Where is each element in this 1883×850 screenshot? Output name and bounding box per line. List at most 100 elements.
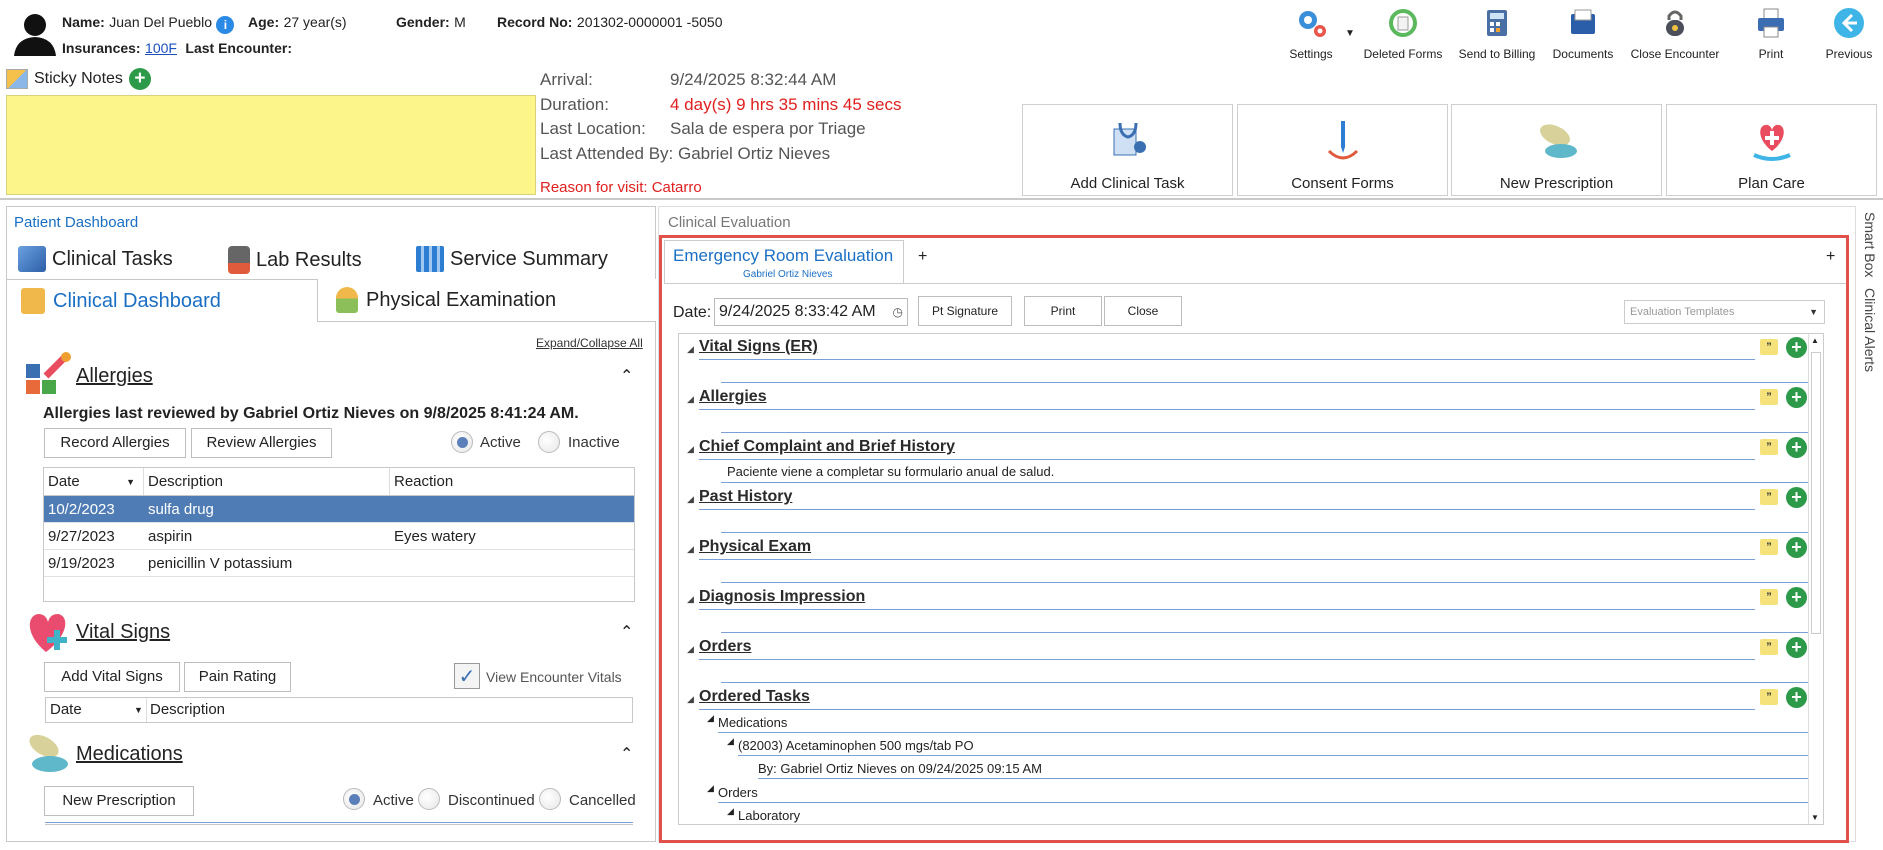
table-row[interactable]: 10/2/2023 sulfa drug [44, 496, 634, 523]
print-toolbar-button[interactable]: Print [1726, 6, 1816, 61]
settings-button[interactable]: Settings [1266, 6, 1356, 61]
tab-clinical-dashboard[interactable]: Clinical Dashboard [6, 279, 318, 322]
expand-section-icon[interactable]: ◢ [687, 544, 694, 555]
tab-service-summary[interactable]: Service Summary [416, 246, 608, 272]
info-icon[interactable]: i [216, 16, 235, 34]
scrollbar-thumb[interactable] [1811, 352, 1821, 634]
expand-section-icon[interactable]: ◢ [687, 394, 694, 405]
tab-lab-results[interactable]: Lab Results [228, 246, 362, 274]
documents-button[interactable]: Documents [1538, 6, 1628, 61]
column-header-date[interactable]: Date [50, 698, 82, 722]
close-encounter-button[interactable]: Close Encounter [1627, 6, 1723, 61]
expand-collapse-all-link[interactable]: Expand/Collapse All [536, 336, 643, 350]
add-entry-icon[interactable]: + [1786, 687, 1807, 708]
med-active-radio[interactable] [343, 788, 365, 810]
med-cancelled-radio[interactable] [539, 788, 561, 810]
evaluation-scrollbar[interactable]: ▲ ▼ [1808, 334, 1823, 824]
expand-section-icon[interactable]: ◢ [687, 644, 694, 655]
sticky-note-area[interactable] [6, 95, 536, 195]
expand-orders-icon[interactable]: ◢ [707, 783, 714, 794]
med-discontinued-radio[interactable] [418, 788, 440, 810]
add-entry-icon[interactable]: + [1786, 437, 1807, 458]
tab-physical-examination[interactable]: Physical Examination [318, 279, 656, 322]
expand-section-icon[interactable]: ◢ [687, 494, 694, 505]
quote-note-icon[interactable]: ” [1760, 539, 1778, 555]
new-prescription-button[interactable]: New Prescription [44, 786, 194, 816]
evaluation-templates-select[interactable]: Evaluation Templates ▼ [1624, 300, 1825, 324]
add-tab-right-icon[interactable]: + [1826, 248, 1835, 266]
medications-title[interactable]: Medications [76, 743, 183, 766]
review-allergies-button[interactable]: Review Allergies [191, 428, 332, 458]
section-title[interactable]: Past History [699, 488, 792, 506]
new-prescription-action-button[interactable]: New Prescription [1451, 104, 1662, 196]
consent-forms-button[interactable]: Consent Forms [1237, 104, 1448, 196]
add-entry-icon[interactable]: + [1786, 337, 1807, 358]
add-entry-icon[interactable]: + [1786, 587, 1807, 608]
previous-button[interactable]: Previous [1804, 6, 1883, 61]
add-vital-signs-button[interactable]: Add Vital Signs [44, 662, 180, 692]
quote-note-icon[interactable]: ” [1760, 439, 1778, 455]
table-row[interactable]: 9/27/2023 aspirin Eyes watery [44, 523, 634, 550]
collapse-vitals-icon[interactable]: ⌃ [620, 622, 633, 642]
section-title[interactable]: Orders [699, 638, 751, 656]
add-entry-icon[interactable]: + [1786, 387, 1807, 408]
expand-section-icon[interactable]: ◢ [687, 594, 694, 605]
collapse-allergies-icon[interactable]: ⌃ [620, 366, 633, 386]
plan-care-button[interactable]: Plan Care [1666, 104, 1877, 196]
pain-rating-button[interactable]: Pain Rating [184, 662, 291, 692]
tab-clinical-tasks[interactable]: Clinical Tasks [18, 246, 173, 272]
section-title[interactable]: Allergies [699, 388, 767, 406]
close-evaluation-button[interactable]: Close [1104, 296, 1182, 326]
print-evaluation-button[interactable]: Print [1024, 296, 1102, 326]
scroll-up-icon[interactable]: ▲ [1811, 336, 1819, 345]
add-entry-icon[interactable]: + [1786, 637, 1807, 658]
expand-laboratory-icon[interactable]: ◢ [727, 806, 734, 817]
side-tab-clinical-alerts[interactable]: Clinical Alerts [1862, 288, 1878, 372]
expand-medications-icon[interactable]: ◢ [707, 713, 714, 724]
active-radio[interactable] [451, 431, 473, 453]
sticky-notes-icon [6, 69, 28, 89]
chevron-down-icon[interactable]: ▼ [1345, 28, 1355, 39]
side-tab-smart-box[interactable]: Smart Box [1862, 212, 1878, 277]
collapse-medications-icon[interactable]: ⌃ [620, 744, 633, 764]
column-header-date[interactable]: Date ▼ [44, 468, 144, 495]
expand-section-icon[interactable]: ◢ [687, 694, 694, 705]
deleted-forms-button[interactable]: Deleted Forms [1358, 6, 1448, 61]
add-entry-icon[interactable]: + [1786, 487, 1807, 508]
quote-note-icon[interactable]: ” [1760, 639, 1778, 655]
section-title[interactable]: Vital Signs (ER) [699, 338, 818, 356]
send-to-billing-button[interactable]: Send to Billing [1452, 6, 1542, 61]
expand-section-icon[interactable]: ◢ [687, 444, 694, 455]
quote-note-icon[interactable]: ” [1760, 589, 1778, 605]
calendar-icon[interactable]: ◷ [893, 299, 903, 325]
section-title[interactable]: Chief Complaint and Brief History [699, 438, 955, 456]
vital-signs-title[interactable]: Vital Signs [76, 621, 170, 644]
section-title[interactable]: Diagnosis Impression [699, 588, 865, 606]
column-header-description[interactable]: Description [150, 698, 225, 722]
tab-divider [664, 283, 1846, 284]
section-title[interactable]: Physical Exam [699, 538, 811, 556]
expand-med-item-icon[interactable]: ◢ [727, 736, 734, 747]
add-tab-icon[interactable]: + [918, 248, 927, 266]
quote-note-icon[interactable]: ” [1760, 689, 1778, 705]
column-header-reaction[interactable]: Reaction [390, 468, 634, 495]
quote-note-icon[interactable]: ” [1760, 339, 1778, 355]
quote-note-icon[interactable]: ” [1760, 489, 1778, 505]
insurance-link[interactable]: 100F [145, 40, 177, 56]
pt-signature-button[interactable]: Pt Signature [918, 296, 1012, 326]
view-encounter-vitals-checkbox[interactable]: ✓ [454, 663, 480, 689]
date-input[interactable]: 9/24/2025 8:33:42 AM ◷ [714, 298, 908, 326]
section-title[interactable]: Ordered Tasks [699, 688, 810, 706]
column-header-description[interactable]: Description [144, 468, 390, 495]
scroll-down-icon[interactable]: ▼ [1811, 813, 1819, 822]
expand-section-icon[interactable]: ◢ [687, 344, 694, 355]
table-row[interactable]: 9/19/2023 penicillin V potassium [44, 550, 634, 577]
allergies-title[interactable]: Allergies [76, 365, 153, 388]
tab-emergency-room-evaluation[interactable]: Emergency Room Evaluation Gabriel Ortiz … [664, 240, 904, 284]
add-entry-icon[interactable]: + [1786, 537, 1807, 558]
add-clinical-task-button[interactable]: Add Clinical Task [1022, 104, 1233, 196]
add-note-icon[interactable]: + [128, 68, 151, 90]
record-allergies-button[interactable]: Record Allergies [44, 428, 186, 458]
quote-note-icon[interactable]: ” [1760, 389, 1778, 405]
inactive-radio[interactable] [538, 431, 560, 453]
